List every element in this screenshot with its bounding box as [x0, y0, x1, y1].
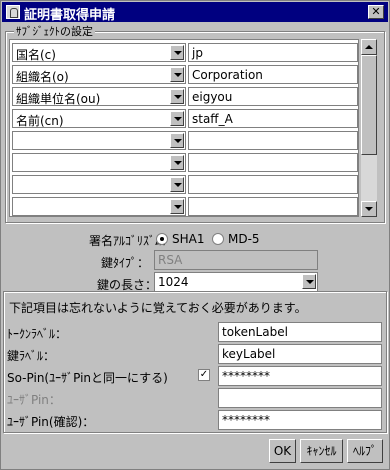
key-type-label: 鍵ﾀｲﾌﾟ：	[101, 256, 150, 270]
subject-group-label: ｻﾌﾞｼﾞｪｸﾄの設定	[14, 23, 95, 39]
chevron-down-icon[interactable]	[170, 89, 184, 104]
md5-radio[interactable]	[212, 233, 224, 245]
subject-row: 組織単位名(ou) eigyou	[12, 86, 358, 107]
key-label-field[interactable]: keyLabel	[218, 344, 382, 364]
scroll-up-icon[interactable]	[361, 39, 377, 55]
notice-text: 下記項目は忘れないように覚えておく必要があります。	[9, 301, 307, 315]
user-pin-label: ﾕｰｻﾞPin：	[7, 393, 61, 407]
cancel-button[interactable]: ｷｬﾝｾﾙ	[300, 439, 343, 463]
subject-key-select[interactable]	[12, 197, 186, 216]
sha1-radio[interactable]	[156, 233, 168, 245]
subject-value-field[interactable]: jp	[188, 43, 358, 62]
dialog-window: 証明書取得申請 ✕ ｻﾌﾞｼﾞｪｸﾄの設定 国名(c) jp 組織名(o) Co…	[0, 0, 390, 470]
subject-row	[12, 152, 358, 173]
subject-value-field[interactable]: staff_A	[188, 109, 358, 128]
sha1-label[interactable]: SHA1	[172, 232, 204, 246]
close-button[interactable]: ✕	[368, 5, 384, 19]
scroll-thumb[interactable]	[361, 55, 377, 155]
user-pin-field[interactable]	[218, 388, 382, 408]
key-type-field: RSA	[154, 250, 318, 270]
subject-value-field[interactable]	[188, 175, 358, 194]
same-as-user-pin-checkbox[interactable]: ✓	[198, 369, 210, 381]
subject-key-select[interactable]: 名前(cn)	[12, 109, 186, 128]
subject-value-field[interactable]	[188, 153, 358, 172]
md5-label[interactable]: MD-5	[228, 232, 260, 246]
key-label-label: 鍵ﾗﾍﾞﾙ：	[7, 349, 56, 363]
subject-table: 国名(c) jp 組織名(o) Corporation 組織単位名(ou) ei…	[9, 39, 359, 217]
chevron-down-icon[interactable]	[170, 133, 184, 148]
subject-row	[12, 196, 358, 217]
window-title: 証明書取得申請	[24, 8, 116, 23]
subject-value-field[interactable]	[188, 131, 358, 150]
ok-button[interactable]: OK	[269, 439, 296, 463]
user-pin-confirm-field[interactable]: ********	[218, 410, 382, 430]
scroll-down-icon[interactable]	[361, 201, 377, 217]
subject-key-select[interactable]	[12, 131, 186, 150]
subject-row: 名前(cn) staff_A	[12, 108, 358, 129]
chevron-down-icon[interactable]	[302, 274, 316, 289]
subject-row	[12, 130, 358, 151]
token-label-label: ﾄｰｸﾝﾗﾍﾞﾙ：	[7, 327, 68, 341]
so-pin-label: So-Pin(ﾕｰｻﾞPinと同一にする)	[7, 371, 168, 385]
subject-key-select[interactable]: 組織単位名(ou)	[12, 87, 186, 106]
user-pin-confirm-label: ﾕｰｻﾞPin(確認)：	[7, 415, 95, 429]
app-icon	[6, 5, 20, 19]
chevron-down-icon[interactable]	[170, 67, 184, 82]
help-button[interactable]: ﾍﾙﾌﾟ	[347, 439, 383, 463]
so-pin-field[interactable]: ********	[218, 366, 382, 386]
subject-key-select[interactable]	[12, 175, 186, 194]
chevron-down-icon[interactable]	[170, 199, 184, 214]
subject-key-select[interactable]: 組織名(o)	[12, 65, 186, 84]
chevron-down-icon[interactable]	[170, 45, 184, 60]
subject-value-field[interactable]	[188, 197, 358, 216]
subject-row	[12, 174, 358, 195]
subject-row: 組織名(o) Corporation	[12, 64, 358, 85]
key-length-select[interactable]: 1024	[154, 272, 318, 292]
token-label-field[interactable]: tokenLabel	[218, 322, 382, 342]
subject-scrollbar[interactable]	[361, 39, 377, 217]
subject-key-select[interactable]	[12, 153, 186, 172]
title-bar[interactable]: 証明書取得申請 ✕	[2, 2, 388, 23]
subject-value-field[interactable]: eigyou	[188, 87, 358, 106]
subject-key-select[interactable]: 国名(c)	[12, 43, 186, 62]
subject-row: 国名(c) jp	[12, 42, 358, 63]
subject-value-field[interactable]: Corporation	[188, 65, 358, 84]
chevron-down-icon[interactable]	[170, 111, 184, 126]
chevron-down-icon[interactable]	[170, 155, 184, 170]
chevron-down-icon[interactable]	[170, 177, 184, 192]
